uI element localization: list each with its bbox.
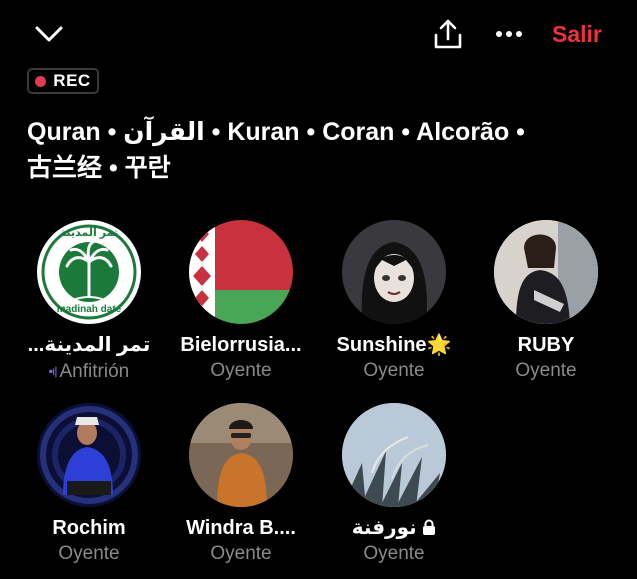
participant-role: Oyente: [363, 543, 425, 564]
avatar[interactable]: [189, 220, 293, 324]
avatar[interactable]: [37, 403, 141, 507]
grass-sky-photo: [342, 403, 446, 507]
participant-name-text: Sunshine: [336, 334, 427, 356]
belarus-flag-image: [189, 220, 293, 324]
participant-role: ▪ı| Anfitrión: [13, 359, 165, 384]
participant[interactable]: RUBY Oyente: [470, 220, 622, 383]
space-title-line-2: 古兰经 • 꾸란: [27, 154, 171, 182]
star-badge-icon: 🌟: [426, 334, 452, 356]
participant-name: Sunshine🌟: [318, 334, 470, 356]
space-title: Quran • القرآن • Kuran • Coran • Alcorão…: [27, 114, 617, 186]
profile-photo: [494, 220, 598, 324]
participant[interactable]: Rochim Oyente: [13, 403, 165, 566]
recording-label: REC: [53, 71, 91, 90]
share-icon[interactable]: [432, 18, 464, 50]
participant-name: Bielorrusia...: [180, 334, 302, 356]
participant[interactable]: تمر المدينة madinah date ...تمر المدينة …: [13, 220, 165, 384]
logo-text-top: تمر المدينة: [59, 227, 119, 239]
avatar[interactable]: [342, 403, 446, 507]
exit-button[interactable]: Salir: [552, 21, 602, 48]
anime-character-image: [342, 220, 446, 324]
participant-role: Oyente: [210, 543, 272, 564]
participant-role-label: Anfitrión: [59, 361, 130, 382]
participant-name: RUBY: [517, 334, 575, 356]
participant-name-text: نورفنة: [351, 517, 417, 539]
participant-role: Oyente: [515, 360, 577, 381]
participant[interactable]: Bielorrusia... Oyente: [165, 220, 317, 383]
logo-text-bottom: madinah date: [56, 304, 122, 315]
record-dot-icon: [35, 75, 47, 87]
avatar[interactable]: [494, 220, 598, 324]
profile-photo: [189, 403, 293, 507]
recording-badge: REC: [27, 68, 99, 94]
participant[interactable]: Sunshine🌟 Oyente: [318, 220, 470, 383]
participant-name: Windra B....: [186, 517, 296, 539]
avatar[interactable]: [189, 403, 293, 507]
avatar[interactable]: [342, 220, 446, 324]
space-title-line-1: Quran • القرآن • Kuran • Coran • Alcorão…: [27, 118, 525, 146]
participant-name: Rochim: [52, 517, 126, 539]
avatar[interactable]: تمر المدينة madinah date: [37, 220, 141, 324]
participant-name: نورفنة: [318, 517, 470, 539]
participant-role: Oyente: [363, 360, 425, 381]
participant[interactable]: نورفنة Oyente: [318, 403, 470, 566]
participant[interactable]: Windra B.... Oyente: [165, 403, 317, 566]
speaking-bars-icon: ▪ı|: [48, 364, 58, 378]
chevron-down-icon[interactable]: [34, 22, 64, 46]
top-bar: Salir: [0, 0, 637, 70]
participant-name: ...تمر المدينة: [27, 334, 151, 356]
lock-icon: [423, 519, 436, 535]
more-options-icon[interactable]: [494, 24, 524, 44]
participant-role: Oyente: [58, 543, 120, 564]
profile-photo: [37, 403, 141, 507]
participant-role: Oyente: [210, 360, 272, 381]
